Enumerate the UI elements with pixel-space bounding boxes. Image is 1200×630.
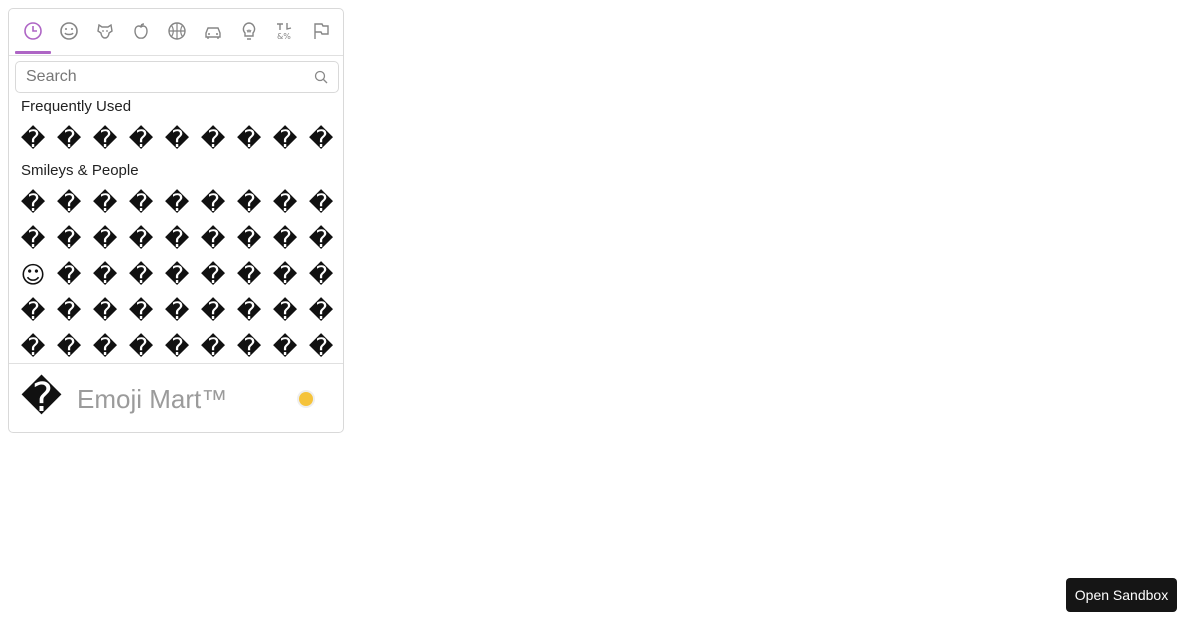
emoji-button[interactable]: � <box>53 123 85 155</box>
car-icon[interactable] <box>203 21 223 41</box>
emoji-button[interactable]: � <box>269 295 301 327</box>
search-box <box>15 61 339 93</box>
emoji-button[interactable]: � <box>125 295 157 327</box>
emoji-button[interactable]: � <box>269 331 301 363</box>
emoji-button[interactable]: � <box>89 331 121 363</box>
emoji-button[interactable]: � <box>125 259 157 291</box>
lightbulb-icon[interactable] <box>239 21 259 41</box>
svg-text:&%: &% <box>277 32 291 41</box>
symbols-icon[interactable]: &% <box>275 21 295 41</box>
emoji-button[interactable]: � <box>233 223 265 255</box>
emoji-button[interactable]: � <box>89 223 121 255</box>
emoji-button[interactable]: � <box>53 187 85 219</box>
emoji-scroll-area[interactable]: Frequently Used � � � � � � � � � Smileys & People… <box>9 97 343 363</box>
emoji-button[interactable]: � <box>53 259 85 291</box>
emoji-button[interactable]: � <box>125 187 157 219</box>
emoji-button[interactable]: � <box>161 331 193 363</box>
emoji-button[interactable]: � <box>89 295 121 327</box>
emoji-picker: &% Frequently Used���������Smileys & Peo… <box>8 8 344 433</box>
preview-bar: � Emoji Mart™ <box>9 363 343 432</box>
emoji-button[interactable]: � <box>161 187 193 219</box>
dog-icon[interactable] <box>95 21 115 41</box>
emoji-button[interactable]: � <box>125 331 157 363</box>
emoji-button[interactable]: � <box>125 223 157 255</box>
emoji-button[interactable]: � <box>233 187 265 219</box>
emoji-button[interactable]: � <box>197 295 229 327</box>
smiley-icon[interactable] <box>59 21 79 41</box>
flag-icon[interactable] <box>311 21 331 41</box>
emoji-button[interactable]: � <box>305 331 337 363</box>
emoji-button[interactable]: � <box>17 295 49 327</box>
emoji-button[interactable]: � <box>233 259 265 291</box>
emoji-button[interactable]: � <box>197 187 229 219</box>
emoji-button[interactable]: � <box>161 123 193 155</box>
search-icon <box>314 70 328 84</box>
emoji-button[interactable]: � <box>53 331 85 363</box>
emoji-button[interactable]: � <box>17 187 49 219</box>
category-anchors: &% <box>9 9 343 56</box>
emoji-button[interactable]: � <box>305 295 337 327</box>
emoji-button[interactable]: � <box>161 223 193 255</box>
emoji-button[interactable]: � <box>89 187 121 219</box>
emoji-button[interactable]: � <box>197 223 229 255</box>
apple-icon[interactable] <box>131 21 151 41</box>
basketball-icon[interactable] <box>167 21 187 41</box>
category-label: Frequently Used <box>21 98 132 115</box>
recent-icon[interactable] <box>23 21 43 41</box>
emoji-button[interactable]: � <box>233 123 265 155</box>
emoji-button[interactable]: � <box>269 223 301 255</box>
emoji-button[interactable]: � <box>197 259 229 291</box>
preview-title: Emoji Mart™ <box>77 384 228 414</box>
emoji-button[interactable]: � <box>269 123 301 155</box>
category-label: Smileys & People <box>21 162 139 179</box>
emoji-button[interactable]: � <box>197 123 229 155</box>
emoji-button[interactable]: � <box>305 259 337 291</box>
emoji-button[interactable]: � <box>161 295 193 327</box>
active-anchor-indicator <box>15 51 51 54</box>
preview-emoji: � <box>21 375 63 421</box>
emoji-button[interactable]: � <box>269 259 301 291</box>
emoji-button[interactable]: � <box>305 123 337 155</box>
emoji-button[interactable]: � <box>53 223 85 255</box>
open-sandbox-button[interactable]: Open Sandbox <box>1066 578 1177 612</box>
emoji-button[interactable]: � <box>89 123 121 155</box>
emoji-button[interactable]: � <box>233 331 265 363</box>
emoji-button[interactable]: � <box>53 295 85 327</box>
emoji-button[interactable]: � <box>161 259 193 291</box>
emoji-button[interactable]: � <box>125 123 157 155</box>
emoji-button[interactable]: � <box>305 187 337 219</box>
emoji-button[interactable]: � <box>305 223 337 255</box>
emoji-button[interactable]: � <box>269 187 301 219</box>
emoji-button[interactable]: ☺ <box>17 259 49 291</box>
search-input[interactable] <box>16 62 306 92</box>
emoji-button[interactable]: � <box>17 223 49 255</box>
emoji-button[interactable]: � <box>17 331 49 363</box>
skin-tone-selector[interactable] <box>299 392 313 406</box>
emoji-button[interactable]: � <box>197 331 229 363</box>
emoji-button[interactable]: � <box>233 295 265 327</box>
emoji-button[interactable]: � <box>89 259 121 291</box>
emoji-button[interactable]: � <box>17 123 49 155</box>
